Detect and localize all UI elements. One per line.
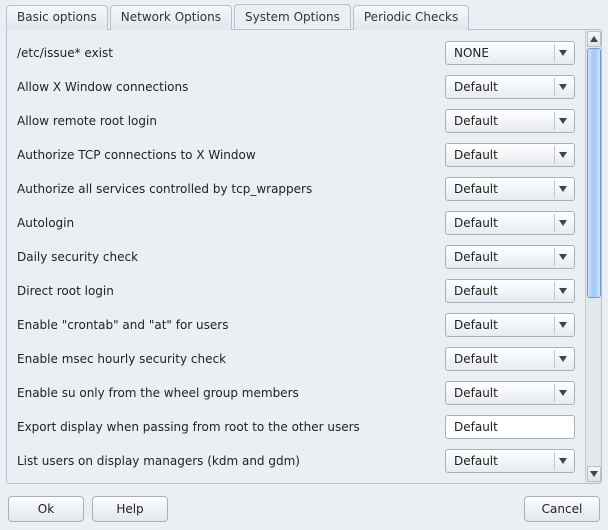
option-combobox-value: Default: [454, 454, 498, 468]
option-row: Enable "crontab" and "at" for users Defau…: [17, 308, 575, 342]
tab-system-options[interactable]: System Options: [234, 4, 351, 29]
scroll-up-button[interactable]: [587, 31, 601, 47]
option-combobox[interactable]: Default: [445, 381, 575, 405]
option-row: Direct root login Default: [17, 274, 575, 308]
option-label: Direct root login: [17, 284, 445, 298]
option-label: Export display when passing from root to…: [17, 420, 445, 434]
settings-window: Basic options Network Options System Opt…: [0, 0, 608, 530]
option-combobox[interactable]: Default: [445, 211, 575, 235]
option-combobox[interactable]: NONE: [445, 41, 575, 65]
option-label: Allow remote root login: [17, 114, 445, 128]
option-combobox[interactable]: Default: [445, 279, 575, 303]
option-label: Enable msec hourly security check: [17, 352, 445, 366]
scroll-thumb[interactable]: [587, 48, 601, 298]
option-combobox[interactable]: Default: [445, 313, 575, 337]
chevron-down-icon: [554, 180, 570, 198]
option-row: Allow remote root login Default: [17, 104, 575, 138]
chevron-down-icon: [554, 384, 570, 402]
cancel-button[interactable]: Cancel: [524, 496, 600, 522]
option-row: Enable su only from the wheel group memb…: [17, 376, 575, 410]
option-combobox-value: Default: [454, 216, 498, 230]
tab-panel-system-options: /etc/issue* exist NONE Allow X Window conn…: [6, 29, 602, 484]
option-row: Autologin Default: [17, 206, 575, 240]
option-label: Authorize TCP connections to X Window: [17, 148, 445, 162]
option-row: Allow X Window connections Default: [17, 70, 575, 104]
option-row: List users on display managers (kdm and …: [17, 444, 575, 478]
option-combobox-value: Default: [454, 386, 498, 400]
option-label: Enable su only from the wheel group memb…: [17, 386, 445, 400]
tab-basic-options[interactable]: Basic options: [6, 5, 108, 30]
option-combobox-value: Default: [454, 114, 498, 128]
option-combobox-value: Default: [454, 284, 498, 298]
vertical-scrollbar[interactable]: [585, 30, 601, 483]
chevron-down-icon: [554, 78, 570, 96]
chevron-down-icon: [554, 214, 570, 232]
option-combobox[interactable]: Default: [445, 449, 575, 473]
option-text-input[interactable]: [445, 415, 575, 439]
option-combobox-value: Default: [454, 318, 498, 332]
tabs: Basic options Network Options System Opt…: [6, 4, 602, 29]
option-row: /etc/issue* exist NONE: [17, 36, 575, 70]
dialog-footer: Ok Help Cancel: [0, 490, 608, 530]
help-button[interactable]: Help: [92, 496, 168, 522]
option-row: Authorize TCP connections to X Window Def…: [17, 138, 575, 172]
scroll-track[interactable]: [587, 48, 601, 465]
option-label: /etc/issue* exist: [17, 46, 445, 60]
tab-network-options[interactable]: Network Options: [110, 5, 232, 30]
option-label: Autologin: [17, 216, 445, 230]
option-row: Export display when passing from root to…: [17, 410, 575, 444]
scroll-down-button[interactable]: [587, 466, 601, 482]
option-label: List users on display managers (kdm and …: [17, 454, 445, 468]
chevron-down-icon: [554, 248, 570, 266]
option-combobox-value: Default: [454, 182, 498, 196]
option-combobox[interactable]: Default: [445, 245, 575, 269]
tab-periodic-checks[interactable]: Periodic Checks: [353, 5, 469, 30]
option-row: Authorize all services controlled by tcp…: [17, 172, 575, 206]
option-combobox-value: Default: [454, 148, 498, 162]
option-combobox[interactable]: Default: [445, 143, 575, 167]
ok-button[interactable]: Ok: [8, 496, 84, 522]
option-combobox[interactable]: Default: [445, 347, 575, 371]
chevron-down-icon: [554, 146, 570, 164]
system-options-list: /etc/issue* exist NONE Allow X Window conn…: [7, 30, 585, 483]
option-combobox[interactable]: Default: [445, 177, 575, 201]
option-combobox-value: Default: [454, 250, 498, 264]
option-label: Authorize all services controlled by tcp…: [17, 182, 445, 196]
chevron-down-icon: [554, 316, 570, 334]
option-row: Daily security check Default: [17, 240, 575, 274]
option-combobox-value: NONE: [454, 46, 489, 60]
chevron-down-icon: [554, 44, 570, 62]
option-combobox-value: Default: [454, 80, 498, 94]
chevron-down-icon: [554, 112, 570, 130]
option-combobox-value: Default: [454, 352, 498, 366]
chevron-down-icon: [554, 452, 570, 470]
chevron-down-icon: [554, 282, 570, 300]
chevron-down-icon: [554, 350, 570, 368]
option-combobox[interactable]: Default: [445, 75, 575, 99]
option-label: Enable "crontab" and "at" for users: [17, 318, 445, 332]
option-label: Allow X Window connections: [17, 80, 445, 94]
option-row: Enable msec hourly security check Default: [17, 342, 575, 376]
option-label: Daily security check: [17, 250, 445, 264]
option-combobox[interactable]: Default: [445, 109, 575, 133]
